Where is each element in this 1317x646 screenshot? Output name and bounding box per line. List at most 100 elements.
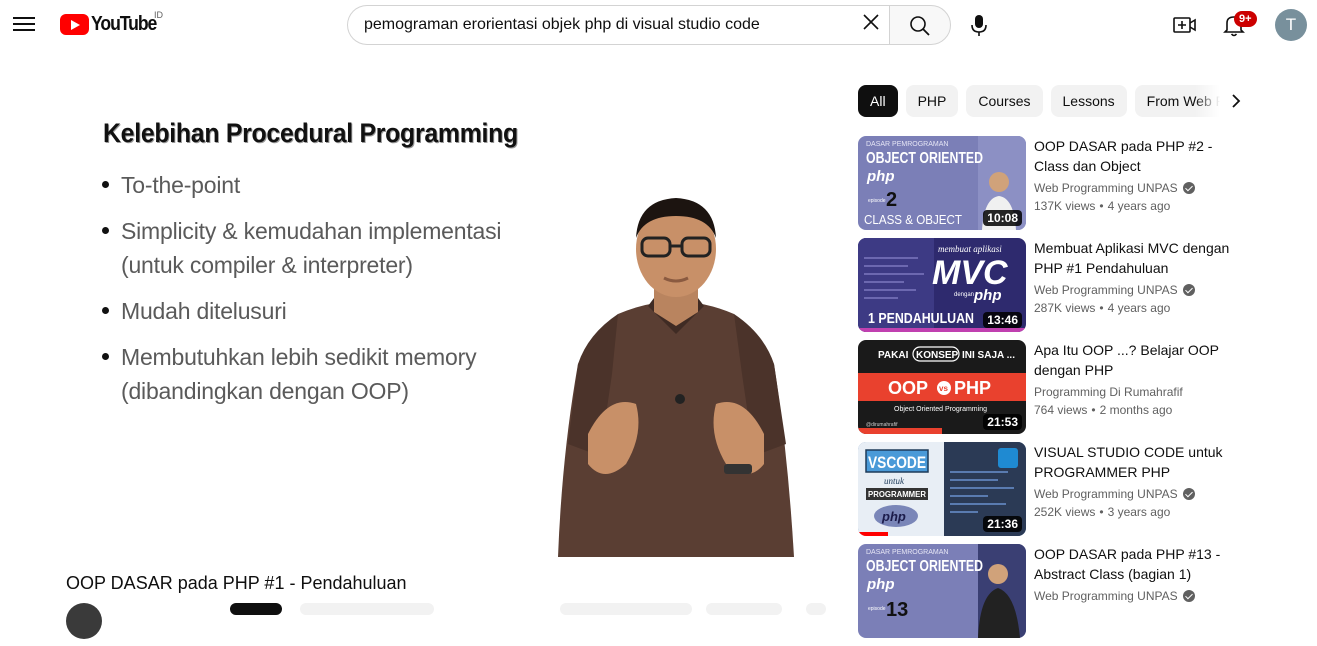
channel-name-text: Web Programming UNPAS: [1034, 181, 1178, 195]
thumb-episode-number: 2: [886, 189, 897, 211]
slide-bullet: Membutuhkan lebih sedikit memory (diband…: [101, 340, 501, 408]
thumb-top-text: PAKAI: [878, 350, 909, 361]
voice-search-button[interactable]: [965, 11, 993, 39]
filter-chip-bar: AllPHPCoursesLessonsFrom Web Programming…: [858, 85, 1220, 117]
chip-courses[interactable]: Courses: [966, 85, 1043, 117]
duration-badge: 10:08: [983, 210, 1022, 226]
video-thumbnail[interactable]: membuat aplikasi MVC dengan php 1 PENDAH…: [858, 238, 1026, 332]
youtube-logo[interactable]: YouTube: [60, 13, 165, 35]
thumb-sub2-text: php: [973, 287, 1002, 304]
logo-text: YouTube: [91, 12, 157, 35]
slide-bullet: To-the-point: [101, 168, 511, 202]
thumb-php-text: php: [881, 509, 906, 524]
recommended-video[interactable]: PAKAI KONSEP INI SAJA ... OOP vs PHP Obj…: [858, 340, 1238, 434]
chip-all[interactable]: All: [858, 85, 898, 117]
recommended-video-title[interactable]: Apa Itu OOP ...? Belajar OOP dengan PHP: [1034, 340, 1234, 380]
separator-dot: •: [1099, 505, 1104, 519]
action-button[interactable]: [706, 603, 782, 615]
verified-check-icon: [1182, 488, 1195, 500]
thumb-episode-number: 13: [886, 599, 908, 621]
search-input[interactable]: [364, 6, 844, 44]
recommended-video[interactable]: VSCODE untuk PROGRAMMER php 21:36 VISUAL…: [858, 442, 1238, 536]
account-avatar[interactable]: T: [1275, 9, 1307, 41]
channel-name[interactable]: Web Programming UNPAS: [1034, 283, 1195, 297]
duration-badge: 13:46: [983, 312, 1022, 328]
video-meta: 287K views • 4 years ago: [1034, 301, 1170, 315]
recommended-video[interactable]: membuat aplikasi MVC dengan php 1 PENDAH…: [858, 238, 1238, 332]
thumb-main-text: OBJECT ORIENTED: [866, 150, 983, 167]
video-meta: 252K views • 3 years ago: [1034, 505, 1170, 519]
action-button[interactable]: [300, 603, 434, 615]
video-thumbnail[interactable]: PAKAI KONSEP INI SAJA ... OOP vs PHP Obj…: [858, 340, 1026, 434]
search-button[interactable]: [889, 5, 951, 45]
view-count: 252K views: [1034, 505, 1096, 519]
channel-name[interactable]: Web Programming UNPAS: [1034, 589, 1195, 603]
video-meta: 137K views • 4 years ago: [1034, 199, 1170, 213]
thumb-main-text: OOP: [888, 378, 928, 398]
thumb-main-text: VSCODE: [868, 453, 926, 472]
guide-menu-button[interactable]: [13, 14, 35, 34]
video-title: OOP DASAR pada PHP #1 - Pendahuluan: [66, 573, 407, 593]
action-button[interactable]: [806, 603, 826, 615]
recommended-video-title[interactable]: OOP DASAR pada PHP #2 - Class dan Object: [1034, 136, 1234, 176]
chip-php[interactable]: PHP: [905, 85, 959, 117]
thumb-sub-text: php: [866, 168, 895, 185]
channel-name-text: Programming Di Rumahrafif: [1034, 385, 1183, 399]
hamburger-line: [13, 29, 35, 31]
clear-search-icon[interactable]: [861, 12, 881, 32]
recommended-video-title[interactable]: Membuat Aplikasi MVC dengan PHP #1 Penda…: [1034, 238, 1234, 278]
thumb-sub-text: untuk: [884, 476, 905, 486]
chevron-right-icon: [1232, 94, 1241, 108]
video-thumbnail[interactable]: VSCODE untuk PROGRAMMER php 21:36: [858, 442, 1026, 536]
chip-lessons[interactable]: Lessons: [1050, 85, 1127, 117]
video-add-icon: [1173, 17, 1196, 33]
recommended-video[interactable]: DASAR PEMROGRAMAN OBJECT ORIENTED php ep…: [858, 136, 1238, 230]
region-code: ID: [154, 10, 163, 20]
microphone-icon: [971, 15, 987, 36]
thumb-sub-text: Object Oriented Programming: [894, 406, 987, 413]
thumb-top-text: INI SAJA ...: [962, 350, 1015, 361]
video-player[interactable]: Kelebihan Procedural Programming To-the-…: [0, 54, 834, 557]
recommended-video-title[interactable]: VISUAL STUDIO CODE untuk PROGRAMMER PHP: [1034, 442, 1234, 482]
thumb-top-text: membuat aplikasi: [938, 244, 1002, 254]
subscribe-button[interactable]: [230, 603, 282, 615]
notification-count-badge: 9+: [1234, 11, 1257, 27]
video-thumbnail[interactable]: DASAR PEMROGRAMAN OBJECT ORIENTED php ep…: [858, 544, 1026, 638]
slide-title: Kelebihan Procedural Programming: [103, 118, 518, 148]
channel-name[interactable]: Programming Di Rumahrafif: [1034, 385, 1183, 399]
slide-bullet: Simplicity & kemudahan implementasi (unt…: [101, 214, 511, 282]
create-button[interactable]: [1172, 13, 1198, 37]
slide-bullet-list: To-the-point Simplicity & kemudahan impl…: [101, 168, 511, 420]
channel-name-text: Web Programming UNPAS: [1034, 589, 1178, 603]
verified-check-icon: [1182, 182, 1195, 194]
channel-avatar[interactable]: [66, 603, 102, 639]
upload-age: 2 months ago: [1099, 403, 1173, 417]
recommended-video[interactable]: DASAR PEMROGRAMAN OBJECT ORIENTED php ep…: [858, 544, 1238, 638]
recommended-video-title[interactable]: OOP DASAR pada PHP #13 - Abstract Class …: [1034, 544, 1234, 584]
thumb-tag-text: PROGRAMMER: [868, 490, 926, 499]
channel-name-text: Web Programming UNPAS: [1034, 487, 1178, 501]
video-thumbnail[interactable]: DASAR PEMROGRAMAN OBJECT ORIENTED php ep…: [858, 136, 1026, 230]
verified-check-icon: [1182, 590, 1195, 602]
view-count: 137K views: [1034, 199, 1096, 213]
channel-name-text: Web Programming UNPAS: [1034, 283, 1178, 297]
channel-name[interactable]: Web Programming UNPAS: [1034, 487, 1195, 501]
recommendation-list: DASAR PEMROGRAMAN OBJECT ORIENTED php ep…: [858, 136, 1238, 646]
hamburger-line: [13, 17, 35, 19]
thumb-handle-text: @dirumahrafif: [866, 422, 898, 428]
hamburger-line: [13, 23, 35, 25]
thumb-sub-text: php: [866, 576, 895, 593]
upload-age: 3 years ago: [1107, 505, 1171, 519]
masthead: YouTube ID 9+ T: [0, 0, 1317, 50]
upload-age: 4 years ago: [1107, 301, 1171, 315]
thumb-top-text: DASAR PEMROGRAMAN: [866, 549, 948, 556]
chips-next-button[interactable]: [1222, 87, 1250, 115]
thumb-episode-label: episode: [868, 198, 886, 204]
action-button[interactable]: [560, 603, 692, 615]
thumb-top-text: KONSEP: [916, 350, 959, 361]
search-box: [347, 5, 890, 45]
thumb-main-text: OBJECT ORIENTED: [866, 558, 983, 575]
video-meta: 764 views • 2 months ago: [1034, 403, 1172, 417]
channel-name[interactable]: Web Programming UNPAS: [1034, 181, 1195, 195]
verified-check-icon: [1182, 284, 1195, 296]
